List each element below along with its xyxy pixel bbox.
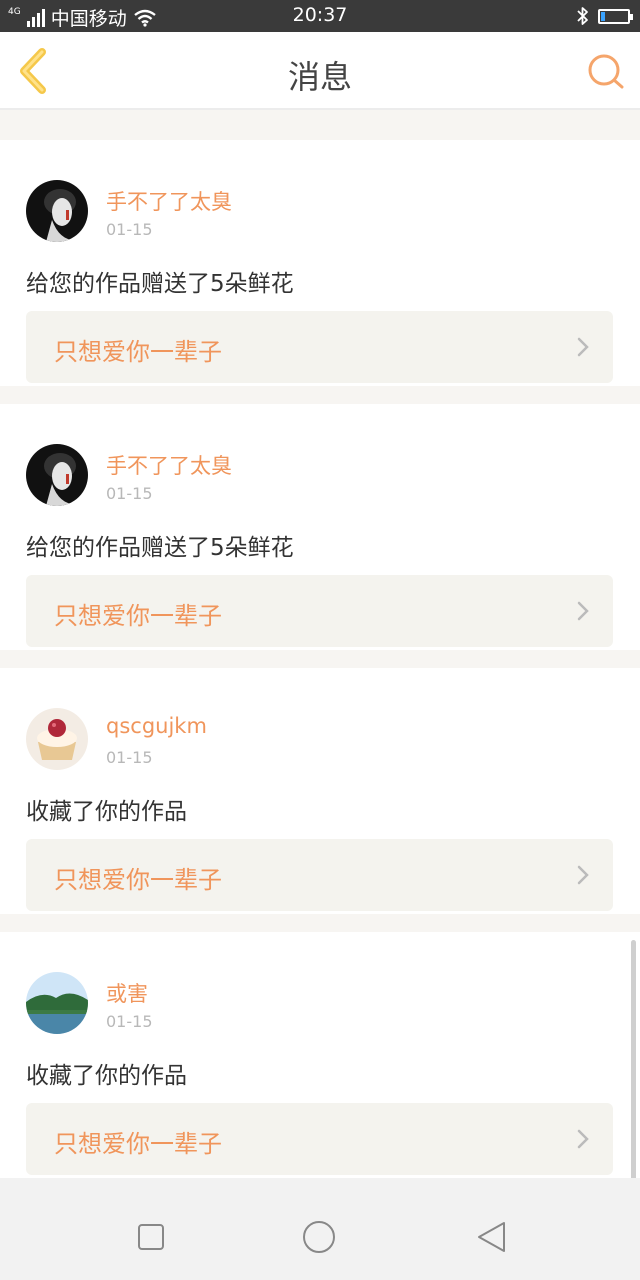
bluetooth-icon xyxy=(577,7,588,25)
message-date: 01-15 xyxy=(106,220,153,239)
message-card: 手不了了太臭 01-15 给您的作品赠送了5朵鲜花 只想爱你一辈子 xyxy=(0,404,640,650)
circle-icon xyxy=(303,1221,335,1253)
work-link[interactable]: 只想爱你一辈子 xyxy=(26,575,613,647)
search-icon xyxy=(588,54,624,89)
triangle-back-icon xyxy=(478,1222,505,1252)
avatar[interactable] xyxy=(26,708,88,770)
message-text: 给您的作品赠送了5朵鲜花 xyxy=(26,271,294,297)
search-button[interactable] xyxy=(586,52,626,92)
chevron-right-icon xyxy=(577,337,589,357)
system-nav-bar xyxy=(0,1178,640,1280)
work-title: 只想爱你一辈子 xyxy=(54,602,222,630)
username[interactable]: 或害 xyxy=(106,978,148,1008)
username[interactable]: 手不了了太臭 xyxy=(106,450,232,480)
scrollbar[interactable] xyxy=(631,940,636,1190)
work-link[interactable]: 只想爱你一辈子 xyxy=(26,1103,613,1175)
avatar[interactable] xyxy=(26,972,88,1034)
message-text: 收藏了你的作品 xyxy=(26,1063,187,1089)
work-title: 只想爱你一辈子 xyxy=(54,866,222,894)
chevron-right-icon xyxy=(577,601,589,621)
work-title: 只想爱你一辈子 xyxy=(54,1130,222,1158)
message-card: 手不了了太臭 01-15 给您的作品赠送了5朵鲜花 只想爱你一辈子 xyxy=(0,140,640,386)
top-app-bar: 消息 xyxy=(0,32,640,110)
work-title: 只想爱你一辈子 xyxy=(54,338,222,366)
message-card: 或害 01-15 收藏了你的作品 只想爱你一辈子 xyxy=(0,932,640,1178)
back-nav-button[interactable] xyxy=(474,1220,508,1254)
avatar[interactable] xyxy=(26,180,88,242)
message-date: 01-15 xyxy=(106,1012,153,1031)
message-feed: 手不了了太臭 01-15 给您的作品赠送了5朵鲜花 只想爱你一辈子 手不了了太臭… xyxy=(0,124,640,1196)
square-icon xyxy=(138,1224,164,1250)
work-link[interactable]: 只想爱你一辈子 xyxy=(26,311,613,383)
message-text: 收藏了你的作品 xyxy=(26,799,187,825)
work-link[interactable]: 只想爱你一辈子 xyxy=(26,839,613,911)
status-time: 20:37 xyxy=(292,4,348,26)
battery-icon xyxy=(598,8,633,24)
username[interactable]: 手不了了太臭 xyxy=(106,186,232,216)
home-button[interactable] xyxy=(302,1220,336,1254)
chevron-right-icon xyxy=(577,1129,589,1149)
message-text: 给您的作品赠送了5朵鲜花 xyxy=(26,535,294,561)
chevron-right-icon xyxy=(577,865,589,885)
status-bar: 4G 中国移动 20:37 xyxy=(0,0,640,32)
recent-apps-button[interactable] xyxy=(134,1220,168,1254)
status-right xyxy=(576,6,633,26)
page-title: 消息 xyxy=(287,58,352,96)
username[interactable]: qscgujkm xyxy=(106,714,207,738)
message-card: qscgujkm 01-15 收藏了你的作品 只想爱你一辈子 xyxy=(0,668,640,914)
message-date: 01-15 xyxy=(106,484,153,503)
avatar[interactable] xyxy=(26,444,88,506)
message-date: 01-15 xyxy=(106,748,153,767)
